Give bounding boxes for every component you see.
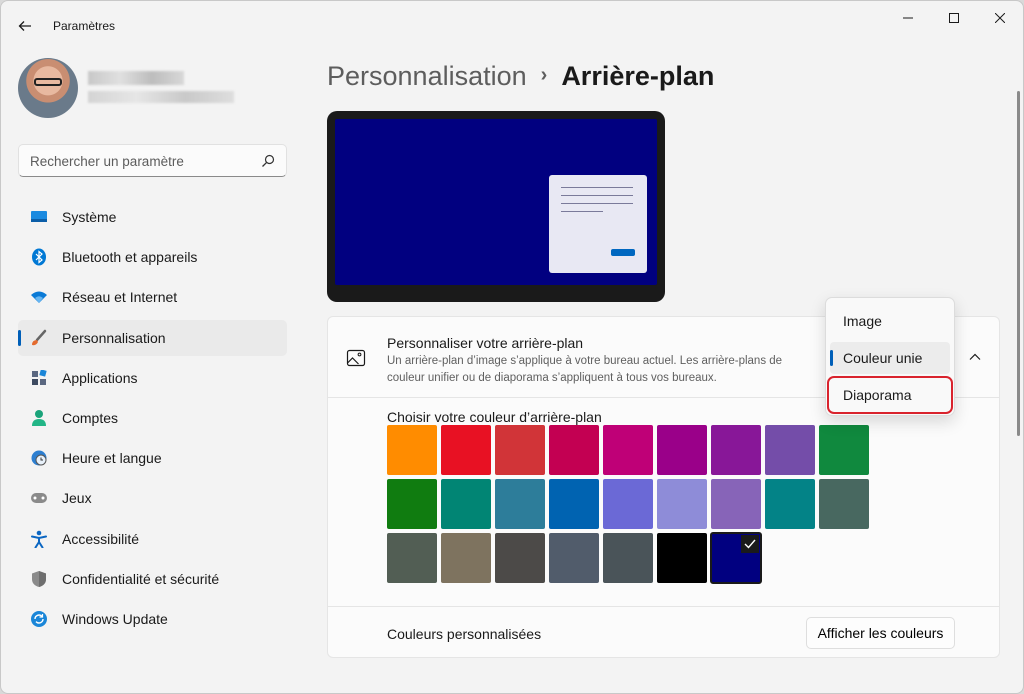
preview-screen (335, 119, 657, 285)
monitor-icon (30, 208, 48, 226)
back-arrow-icon (18, 21, 31, 31)
sidebar-item-personnalisation[interactable]: Personnalisation (18, 319, 287, 356)
color-swatch[interactable] (819, 479, 869, 529)
color-swatch[interactable] (441, 533, 491, 583)
sidebar-item-reseau[interactable]: Réseau et Internet (18, 279, 287, 315)
breadcrumb-separator: › (540, 64, 548, 86)
minimize-button[interactable] (885, 7, 931, 29)
color-swatch[interactable] (441, 479, 491, 529)
color-swatch[interactable] (819, 425, 869, 475)
color-swatch[interactable] (495, 425, 545, 475)
color-swatch[interactable] (710, 532, 762, 584)
sidebar-item-windows-update[interactable]: Windows Update (18, 601, 287, 637)
sidebar-item-jeux[interactable]: Jeux (18, 480, 287, 516)
globe-clock-icon (30, 449, 48, 467)
accessibility-icon (30, 530, 48, 548)
color-swatch[interactable] (387, 533, 437, 583)
sidebar-item-accessibilite[interactable]: Accessibilité (18, 521, 287, 557)
color-swatch[interactable] (549, 533, 599, 583)
app-title: Paramètres (53, 19, 116, 33)
sidebar-nav: Système Bluetooth et appareils Réseau et… (18, 199, 287, 641)
image-icon (346, 349, 366, 367)
account-icon (30, 409, 48, 427)
page-title: Arrière-plan (561, 61, 715, 91)
preview-window (549, 175, 647, 273)
sidebar-item-label: Réseau et Internet (62, 289, 178, 306)
color-swatch[interactable] (387, 425, 437, 475)
search-icon (262, 154, 275, 167)
apps-icon (30, 369, 48, 387)
sidebar-item-comptes[interactable]: Comptes (18, 400, 287, 436)
card-title: Personnaliser votre arrière-plan (387, 335, 584, 351)
sidebar-item-label: Personnalisation (62, 329, 166, 346)
color-swatch[interactable] (549, 479, 599, 529)
search-placeholder: Rechercher un paramètre (30, 154, 184, 169)
color-swatch[interactable] (495, 533, 545, 583)
close-icon (995, 13, 1005, 23)
color-section-title: Choisir votre couleur d’arrière-plan (387, 409, 602, 425)
user-name-redacted (88, 71, 184, 85)
search-input[interactable]: Rechercher un paramètre (18, 144, 287, 177)
color-swatch[interactable] (765, 425, 815, 475)
update-icon (30, 610, 48, 628)
sidebar-item-bluetooth[interactable]: Bluetooth et appareils (18, 239, 287, 275)
sidebar-item-label: Heure et langue (62, 450, 162, 467)
color-swatch[interactable] (765, 479, 815, 529)
dropdown-option-image[interactable]: Image (830, 305, 950, 337)
minimize-icon (903, 17, 913, 19)
color-swatch[interactable] (657, 479, 707, 529)
color-swatch[interactable] (441, 425, 491, 475)
color-swatch[interactable] (495, 479, 545, 529)
title-bar: Paramètres (1, 1, 1023, 49)
wifi-icon (30, 288, 48, 306)
bluetooth-icon (30, 248, 48, 266)
color-swatch[interactable] (603, 479, 653, 529)
breadcrumb: Personnalisation › Arrière-plan (327, 61, 714, 92)
scrollbar[interactable] (1017, 91, 1020, 436)
close-button[interactable] (977, 7, 1023, 29)
color-swatch[interactable] (603, 533, 653, 583)
breadcrumb-parent[interactable]: Personnalisation (327, 61, 527, 91)
settings-window: Paramètres Rechercher un paramètre Systè… (0, 0, 1024, 694)
avatar-glasses (34, 78, 62, 86)
color-swatch[interactable] (657, 425, 707, 475)
sidebar-item-label: Confidentialité et sécurité (62, 570, 220, 587)
color-swatch[interactable] (657, 533, 707, 583)
sidebar-item-applications[interactable]: Applications (18, 360, 287, 396)
back-button[interactable] (11, 12, 39, 40)
avatar[interactable] (18, 58, 78, 118)
background-preview (327, 111, 665, 302)
brush-icon (30, 329, 48, 347)
maximize-button[interactable] (931, 7, 977, 29)
user-email-redacted (88, 91, 234, 103)
color-swatch[interactable] (549, 425, 599, 475)
sidebar-item-systeme[interactable]: Système (18, 199, 287, 235)
background-type-dropdown: Image Couleur unie Diaporama (825, 297, 955, 416)
dropdown-option-solid-color[interactable]: Couleur unie (830, 342, 950, 374)
maximize-icon (949, 13, 959, 23)
color-swatch[interactable] (711, 425, 761, 475)
chevron-up-icon[interactable] (967, 349, 983, 365)
gamepad-icon (30, 489, 48, 507)
color-swatch[interactable] (387, 479, 437, 529)
sidebar-item-label: Windows Update (62, 610, 168, 627)
sidebar-item-confidentialite[interactable]: Confidentialité et sécurité (18, 561, 287, 597)
color-swatch[interactable] (711, 479, 761, 529)
sidebar-item-label: Bluetooth et appareils (62, 249, 198, 266)
sidebar-item-heure-langue[interactable]: Heure et langue (18, 440, 287, 476)
custom-colors-label: Couleurs personnalisées (387, 626, 542, 642)
show-colors-button[interactable]: Afficher les couleurs (806, 617, 955, 649)
card-description: Un arrière-plan d’image s’applique à vot… (387, 355, 783, 384)
custom-colors-row: Couleurs personnalisées Afficher les cou… (328, 606, 999, 658)
checkmark-icon (741, 535, 759, 553)
sidebar-item-label: Applications (62, 369, 138, 386)
sidebar-item-label: Système (62, 209, 117, 225)
shield-icon (30, 570, 48, 588)
dropdown-option-slideshow[interactable]: Diaporama (827, 376, 953, 414)
color-swatch[interactable] (603, 425, 653, 475)
sidebar-item-label: Accessibilité (62, 530, 140, 547)
sidebar-item-label: Jeux (62, 490, 92, 507)
sidebar-item-label: Comptes (62, 409, 119, 426)
